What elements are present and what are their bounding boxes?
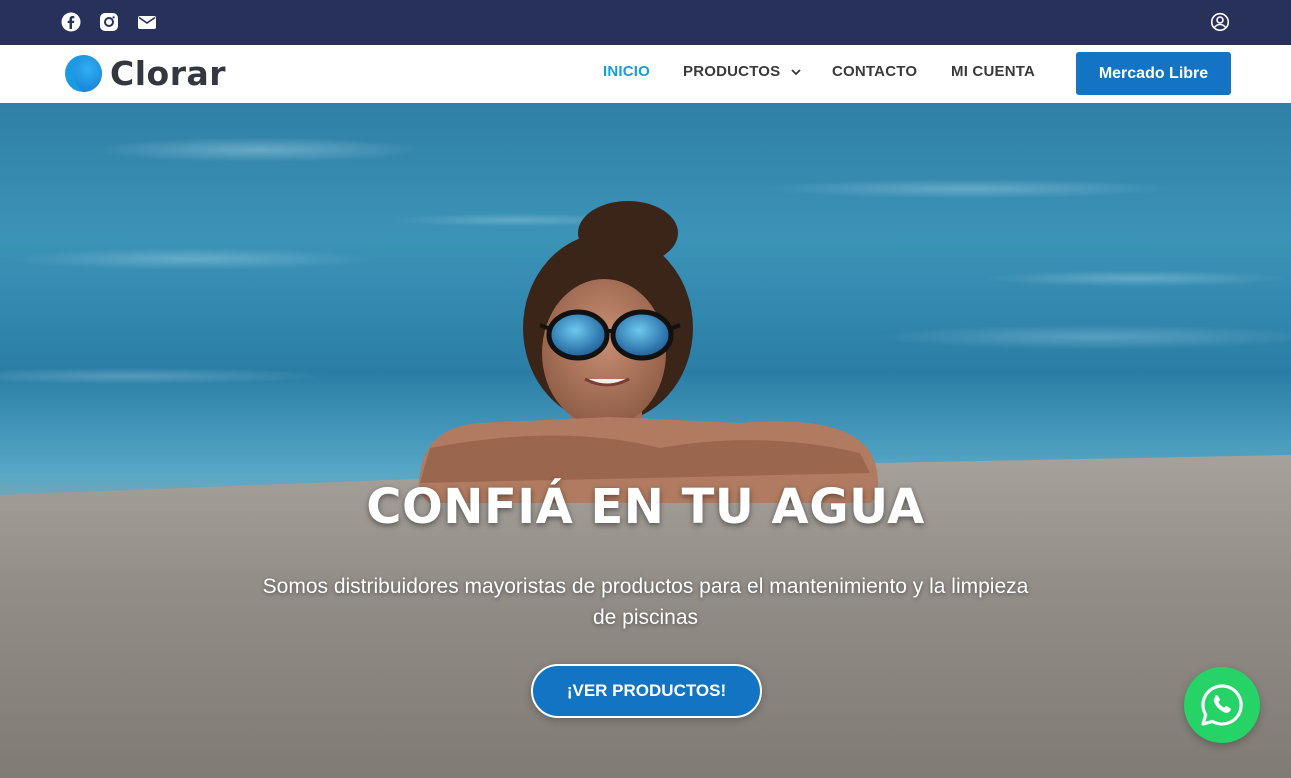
view-products-button[interactable]: ¡VER PRODUCTOS! xyxy=(531,664,762,718)
site-logo[interactable]: Clorar xyxy=(65,53,227,93)
whatsapp-icon xyxy=(1201,684,1243,726)
nav-item-mi-cuenta[interactable]: MI CUENTA xyxy=(951,63,1035,80)
logo-mark xyxy=(65,54,102,92)
hero-title: CONFIÁ EN TU AGUA xyxy=(366,479,925,535)
logo-text: Clorar xyxy=(110,53,227,93)
nav-item-productos[interactable]: PRODUCTOS xyxy=(683,63,802,80)
mercado-libre-button[interactable]: Mercado Libre xyxy=(1076,52,1231,95)
user-icon[interactable] xyxy=(1210,12,1230,32)
facebook-icon[interactable] xyxy=(61,12,81,32)
nav-item-inicio[interactable]: INICIO xyxy=(603,63,650,80)
hero-subtitle: Somos distribuidores mayoristas de produ… xyxy=(262,575,1029,629)
top-bar xyxy=(0,0,1291,45)
chevron-down-icon xyxy=(791,68,802,75)
instagram-icon[interactable] xyxy=(99,12,119,32)
nav-item-productos-label: PRODUCTOS xyxy=(683,63,781,80)
nav-item-contacto[interactable]: CONTACTO xyxy=(832,63,917,80)
hero-section: CONFIÁ EN TU AGUA Somos distribuidores m… xyxy=(0,103,1291,778)
email-icon[interactable] xyxy=(137,12,157,32)
whatsapp-button[interactable] xyxy=(1184,667,1260,743)
